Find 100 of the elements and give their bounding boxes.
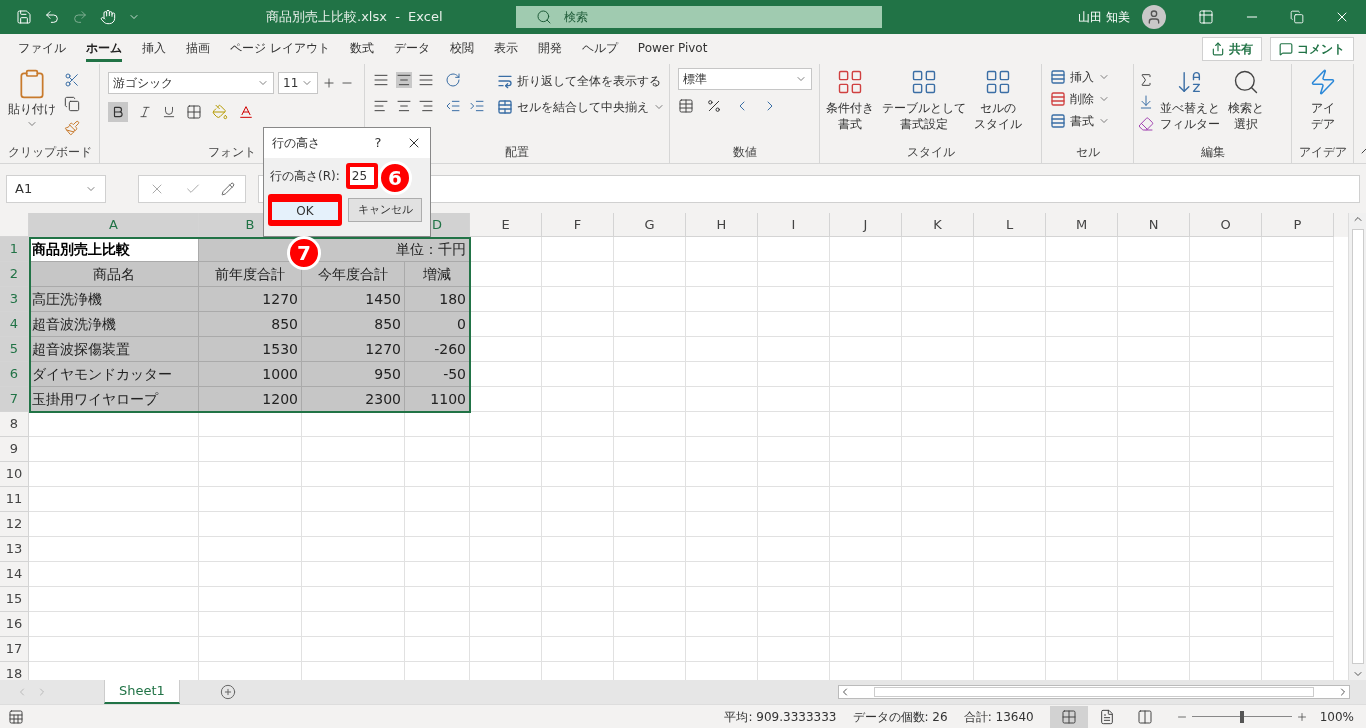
increase-indent-icon[interactable] xyxy=(469,98,485,114)
paintbrush-icon[interactable] xyxy=(64,120,80,136)
font-name-field[interactable]: 游ゴシック xyxy=(108,72,274,94)
group-label: 編集 xyxy=(1200,144,1225,161)
row-header[interactable]: 9 xyxy=(0,437,29,462)
ribbon-tab[interactable]: ページ レイアウト xyxy=(230,36,330,62)
row-header[interactable]: 16 xyxy=(0,612,29,637)
merge-center-button[interactable]: セルを結合して中央揃え xyxy=(497,98,665,116)
comment-icon xyxy=(1279,42,1293,56)
fill-color-icon[interactable] xyxy=(212,104,228,120)
row-header[interactable]: 10 xyxy=(0,462,29,487)
help-button[interactable]: ? xyxy=(366,133,390,153)
sum-icon[interactable] xyxy=(1138,72,1154,88)
ribbon-tab[interactable]: 校閲 xyxy=(449,36,474,62)
row-header[interactable]: 6 xyxy=(0,362,29,387)
sheet-icon[interactable] xyxy=(8,708,24,725)
underline-icon[interactable] xyxy=(162,105,176,119)
ribbon-tab[interactable]: 数式 xyxy=(349,36,374,62)
row-header[interactable]: 12 xyxy=(0,512,29,537)
italic-icon[interactable] xyxy=(138,105,152,119)
ribbon-tab[interactable]: 表示 xyxy=(493,36,518,62)
cut-icon[interactable] xyxy=(64,72,80,88)
row-height-field[interactable]: 25 xyxy=(349,167,374,185)
row-header[interactable]: 7 xyxy=(0,387,29,412)
align-left-icon[interactable] xyxy=(373,98,389,114)
table-cell: 850 xyxy=(199,312,302,337)
ribbon-tab[interactable]: 挿入 xyxy=(142,36,166,62)
align-center-icon[interactable] xyxy=(395,98,412,114)
row-header[interactable]: 4 xyxy=(0,312,29,337)
share-button[interactable]: 共有 xyxy=(1202,37,1262,61)
search-field[interactable]: 検索 xyxy=(516,6,882,28)
percent-icon[interactable] xyxy=(706,98,722,114)
restore-icon[interactable] xyxy=(1290,10,1304,24)
eraser-icon[interactable] xyxy=(1138,116,1154,132)
hand-icon[interactable] xyxy=(100,9,116,25)
function-icon[interactable] xyxy=(221,182,235,196)
row-header[interactable]: 3 xyxy=(0,287,29,312)
sheet-tab[interactable]: Sheet1 xyxy=(104,680,180,704)
comment-button[interactable]: コメント xyxy=(1270,37,1354,61)
align-middle-icon[interactable] xyxy=(395,72,412,88)
cells-button[interactable]: 削除 xyxy=(1050,90,1110,108)
sort-filter-button[interactable]: 並べ替えと フィルター xyxy=(1158,100,1222,132)
avatar-icon[interactable] xyxy=(1142,5,1166,29)
font-size-field[interactable]: 11 xyxy=(278,72,318,94)
row-header[interactable]: 17 xyxy=(0,637,29,662)
ribbon-tab[interactable]: 開発 xyxy=(537,36,562,62)
wrap-text-button[interactable]: 折り返して全体を表示する xyxy=(497,72,665,90)
vertical-scrollbar[interactable] xyxy=(1348,213,1366,680)
name-box[interactable]: A1 xyxy=(6,175,106,203)
row-header[interactable]: 11 xyxy=(0,487,29,512)
cancel-button[interactable]: キャンセル xyxy=(348,198,422,222)
orientation-icon[interactable] xyxy=(445,72,461,88)
row-header[interactable]: 13 xyxy=(0,537,29,562)
zoom-slider[interactable] xyxy=(1191,710,1292,723)
style-button[interactable]: 条件付き 書式 xyxy=(824,100,876,132)
grow-font-icon[interactable] xyxy=(322,76,336,90)
ribbon-tab[interactable]: 描画 xyxy=(186,36,210,62)
add-sheet-icon[interactable] xyxy=(219,684,236,700)
bold-icon[interactable] xyxy=(108,102,128,122)
row-header[interactable]: 1 xyxy=(0,237,29,262)
find-select-button[interactable]: 検索と 選択 xyxy=(1226,100,1266,132)
view-icon[interactable] xyxy=(1049,705,1088,728)
horizontal-scrollbar[interactable] xyxy=(838,685,1350,699)
number-format-field[interactable]: 標準 xyxy=(678,68,812,90)
column-header[interactable]: A xyxy=(29,213,199,237)
table-cell: 1200 xyxy=(199,387,302,412)
copy-icon[interactable] xyxy=(64,96,80,112)
row-header[interactable]: 15 xyxy=(0,587,29,612)
decrease-indent-icon[interactable] xyxy=(445,98,461,114)
style-button[interactable]: テーブルとして 書式設定 xyxy=(880,100,968,132)
row-header[interactable]: 18 xyxy=(0,662,29,680)
table-cell: 1270 xyxy=(199,287,302,312)
zoom-thumb[interactable] xyxy=(1239,710,1244,723)
ribbon-tab[interactable]: データ xyxy=(393,36,430,62)
ribbon-tab[interactable]: ファイル xyxy=(18,36,66,62)
borders-icon[interactable] xyxy=(186,104,202,120)
align-bottom-icon[interactable] xyxy=(418,72,435,88)
save-icon[interactable] xyxy=(16,9,32,25)
ribbon-tab[interactable]: ヘルプ xyxy=(581,36,618,62)
fill-icon[interactable] xyxy=(1138,94,1154,110)
zoom-in-icon[interactable] xyxy=(1295,710,1308,723)
cells-button[interactable]: 書式 xyxy=(1050,112,1110,130)
ribbon-display-icon[interactable] xyxy=(1198,9,1214,25)
currency-icon[interactable] xyxy=(678,98,694,114)
ok-button[interactable]: OK xyxy=(272,202,338,220)
undo-icon[interactable] xyxy=(44,9,60,25)
ribbon-tab[interactable]: Power Pivot xyxy=(637,36,708,62)
row-header[interactable]: 2 xyxy=(0,262,29,287)
ideas-button[interactable]: アイ デア xyxy=(1308,100,1337,132)
cells-button[interactable]: 挿入 xyxy=(1050,68,1110,86)
align-right-icon[interactable] xyxy=(418,98,435,114)
grid-icon xyxy=(984,68,1012,96)
align-top-icon[interactable] xyxy=(373,72,389,88)
row-header[interactable]: 5 xyxy=(0,337,29,362)
font-color-icon[interactable] xyxy=(238,104,254,120)
row-header[interactable]: 14 xyxy=(0,562,29,587)
table-cell: 1000 xyxy=(199,362,302,387)
paste-button[interactable]: 貼り付け xyxy=(8,68,56,136)
row-header[interactable]: 8 xyxy=(0,412,29,437)
style-button[interactable]: セルの スタイル xyxy=(972,100,1024,132)
